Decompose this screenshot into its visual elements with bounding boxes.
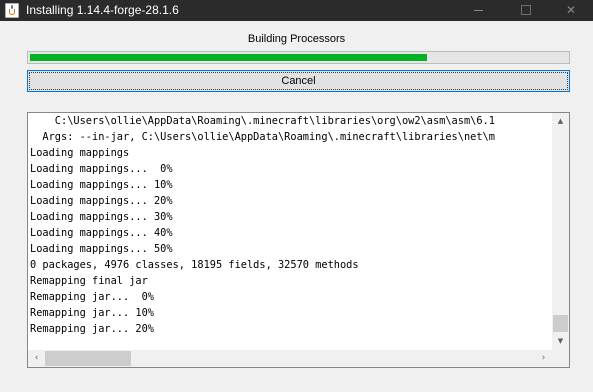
log-line: Remapping jar... 0% [30, 291, 154, 303]
maximize-icon [521, 5, 531, 15]
window-title: Installing 1.14.4-forge-28.1.6 [26, 3, 179, 17]
log-text: C:\Users\ollie\AppData\Roaming\.minecraf… [30, 113, 552, 350]
log-line: Loading mappings... 20% [30, 195, 173, 207]
log-line: Remapping final jar [30, 275, 148, 287]
log-line: Loading mappings [30, 147, 130, 159]
horizontal-scroll-thumb[interactable] [45, 351, 131, 366]
minimize-icon [474, 10, 483, 11]
scroll-corner [552, 350, 569, 367]
log-line: Args: --in-jar, C:\Users\ollie\AppData\R… [30, 131, 495, 143]
log-line: Loading mappings... 30% [30, 211, 173, 223]
title-bar[interactable]: Installing 1.14.4-forge-28.1.6 ✕ [0, 0, 593, 21]
close-icon: ✕ [565, 3, 577, 17]
cancel-button-label: Cancel [281, 75, 316, 87]
scroll-up-icon[interactable]: ▲ [552, 113, 569, 130]
horizontal-scrollbar[interactable]: ‹ › [28, 350, 552, 367]
maximize-button[interactable] [504, 0, 548, 21]
log-line: Remapping jar... 20% [30, 323, 154, 335]
log-line: C:\Users\ollie\AppData\Roaming\.minecraf… [30, 115, 495, 127]
vertical-scrollbar[interactable]: ▲ ▼ [552, 113, 569, 350]
scroll-down-icon[interactable]: ▼ [552, 333, 569, 350]
scroll-right-icon[interactable]: › [535, 350, 552, 367]
progress-bar [27, 51, 570, 64]
log-line: Loading mappings... 0% [30, 163, 173, 175]
cancel-button[interactable]: Cancel [27, 70, 570, 92]
log-line: Loading mappings... 40% [30, 227, 173, 239]
log-line: Loading mappings... 10% [30, 179, 173, 191]
scroll-left-icon[interactable]: ‹ [28, 350, 45, 367]
log-panel[interactable]: C:\Users\ollie\AppData\Roaming\.minecraf… [27, 112, 570, 368]
close-button[interactable]: ✕ [549, 0, 593, 21]
vertical-scroll-thumb[interactable] [553, 315, 568, 332]
status-label: Building Processors [247, 33, 346, 45]
progress-fill [30, 54, 427, 61]
minimize-button[interactable] [456, 0, 500, 21]
java-icon [5, 3, 19, 18]
log-line: 0 packages, 4976 classes, 18195 fields, … [30, 259, 359, 271]
log-line: Remapping jar... 10% [30, 307, 154, 319]
log-line: Loading mappings... 50% [30, 243, 173, 255]
